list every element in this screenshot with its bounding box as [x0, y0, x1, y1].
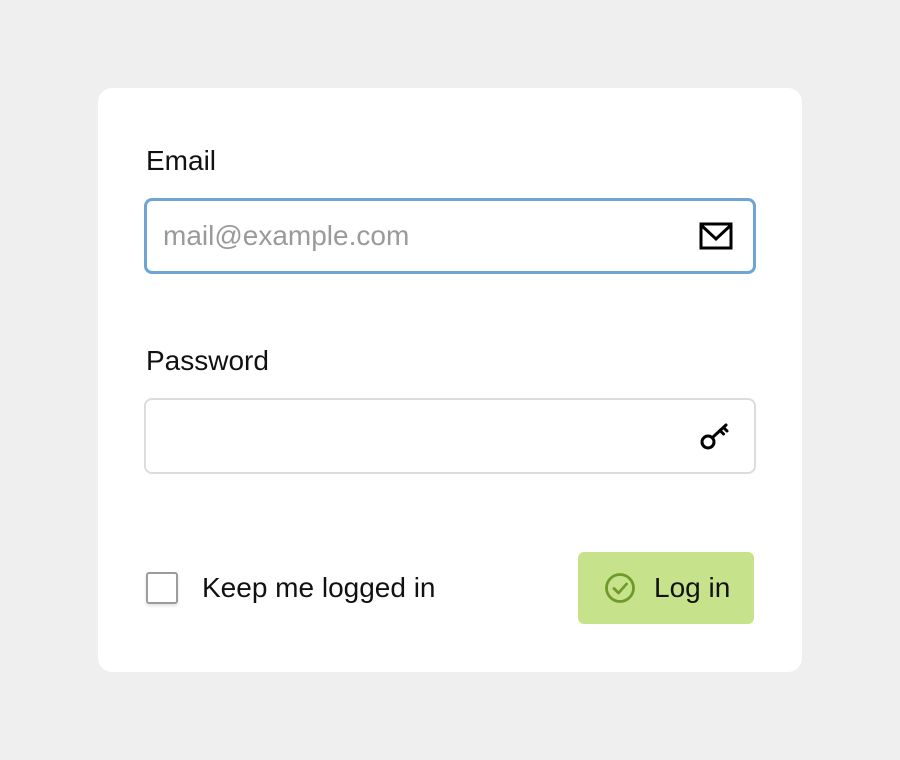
- login-button-label: Log in: [654, 572, 731, 603]
- mail-icon: [699, 219, 733, 253]
- keep-logged-in-label[interactable]: Keep me logged in: [202, 574, 436, 602]
- check-circle-icon: [604, 572, 636, 604]
- key-icon: [698, 419, 732, 453]
- email-label: Email: [146, 145, 217, 176]
- password-field[interactable]: [144, 398, 756, 474]
- login-button[interactable]: Log in: [578, 552, 754, 624]
- email-field[interactable]: [144, 198, 756, 274]
- password-input[interactable]: [163, 400, 683, 472]
- email-input[interactable]: [163, 201, 683, 271]
- keep-logged-in-checkbox[interactable]: [146, 572, 178, 604]
- password-label: Password: [146, 345, 269, 376]
- login-card: Email Password Keep me logged in: [98, 88, 802, 672]
